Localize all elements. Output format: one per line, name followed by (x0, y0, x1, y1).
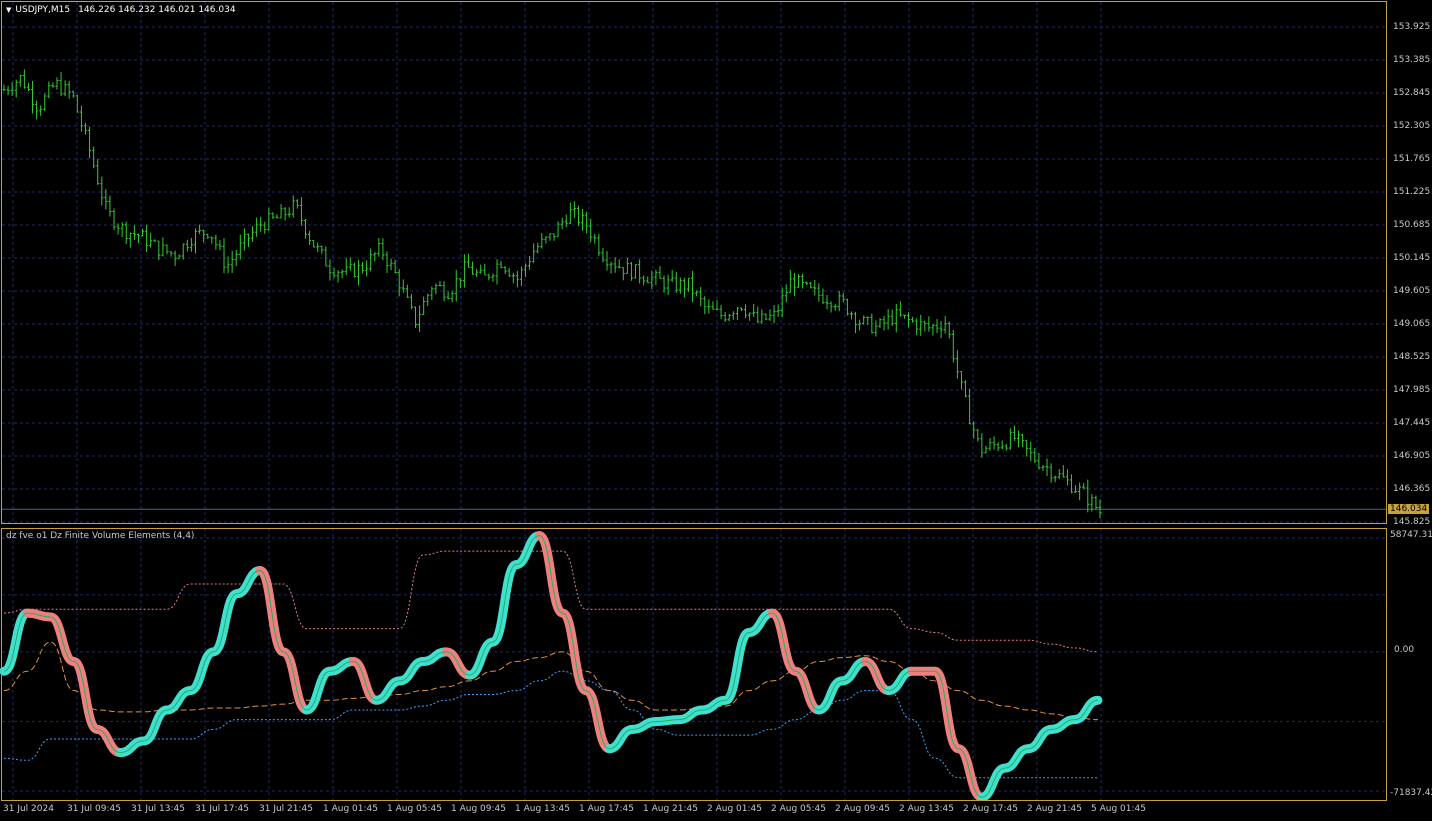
price-axis-label: 151.765 (1393, 154, 1431, 164)
time-axis-label: 31 Jul 2024 (3, 804, 54, 814)
ind-axis-zero: 0.00 (1394, 645, 1415, 655)
time-axis-label: 31 Jul 13:45 (131, 804, 185, 814)
time-axis-label: 31 Jul 17:45 (195, 804, 249, 814)
time-axis-label: 2 Aug 21:45 (1027, 804, 1082, 814)
chart-title: ▼ USDJPY,M15 146.226 146.232 146.021 146… (6, 5, 236, 15)
price-axis-label: 153.925 (1393, 22, 1431, 32)
price-axis-label: 149.605 (1393, 286, 1431, 296)
ind-axis-min: -71837.42 (1390, 788, 1432, 798)
time-axis-label: 1 Aug 17:45 (579, 804, 634, 814)
time-axis[interactable]: 31 Jul 2024 31 Jul 09:45 31 Jul 13:45 31 Ju… (0, 801, 1388, 821)
price-axis-label: 152.305 (1393, 121, 1431, 131)
time-axis-label: 1 Aug 09:45 (451, 804, 506, 814)
ind-axis-max: 58747.317 (1390, 530, 1432, 540)
price-axis-label: 146.365 (1393, 484, 1431, 494)
time-axis-label: 2 Aug 09:45 (835, 804, 890, 814)
time-axis-label: 2 Aug 13:45 (899, 804, 954, 814)
price-axis-label: 145.825 (1393, 517, 1431, 527)
price-axis-label: 146.905 (1393, 451, 1431, 461)
time-axis-label: 5 Aug 01:45 (1091, 804, 1146, 814)
price-chart-svg[interactable] (0, 0, 1388, 524)
price-axis-label: 150.145 (1393, 253, 1431, 263)
time-axis-label: 1 Aug 13:45 (515, 804, 570, 814)
indicator-svg[interactable] (0, 528, 1388, 801)
indicator-axis[interactable]: 58747.317 0.00 -71837.42 (1388, 528, 1432, 801)
current-price-tag: 146.034 (1388, 504, 1430, 514)
time-axis-label: 31 Jul 09:45 (67, 804, 121, 814)
symbol-label: USDJPY,M15 (15, 5, 71, 15)
time-axis-label: 1 Aug 05:45 (387, 804, 442, 814)
time-axis-label: 31 Jul 21:45 (259, 804, 313, 814)
triangle-down-icon[interactable]: ▼ (6, 6, 11, 14)
price-axis-label: 152.845 (1393, 88, 1431, 98)
ohlc-values: 146.226 146.232 146.021 146.034 (78, 5, 236, 15)
price-axis-label: 147.445 (1393, 418, 1431, 428)
indicator-title: dz fve o1 Dz Finite Volume Elements (4,4… (6, 531, 195, 541)
price-axis-label: 148.525 (1393, 352, 1431, 362)
time-axis-label: 1 Aug 01:45 (323, 804, 378, 814)
time-axis-label: 2 Aug 05:45 (771, 804, 826, 814)
price-chart-panel[interactable]: ▼ USDJPY,M15 146.226 146.232 146.021 146… (0, 0, 1388, 524)
price-axis-label: 151.225 (1393, 187, 1431, 197)
price-axis-label: 147.985 (1393, 385, 1431, 395)
price-axis-label: 150.685 (1393, 220, 1431, 230)
time-axis-label: 1 Aug 21:45 (643, 804, 698, 814)
indicator-panel[interactable]: dz fve o1 Dz Finite Volume Elements (4,4… (0, 528, 1388, 801)
price-axis-label: 153.385 (1393, 55, 1431, 65)
lower-band-line (3, 670, 1098, 779)
price-axis-label: 149.065 (1393, 319, 1431, 329)
price-axis[interactable]: 153.925 153.385 152.845 152.305 151.765 151.2… (1388, 0, 1432, 527)
time-axis-label: 2 Aug 01:45 (707, 804, 762, 814)
time-axis-label: 2 Aug 17:45 (963, 804, 1018, 814)
